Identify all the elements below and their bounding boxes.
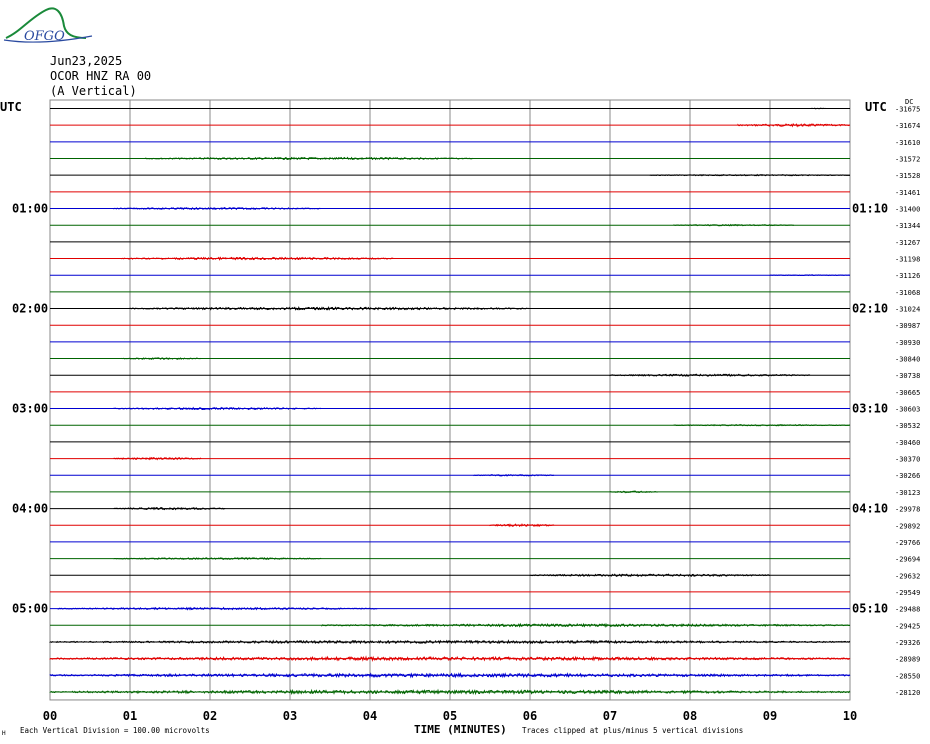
trace-noise-segment <box>145 156 474 161</box>
dc-offset-label: -30460 <box>895 439 920 447</box>
trace-noise-segment <box>737 123 851 128</box>
header-component: (A Vertical) <box>50 84 137 98</box>
dc-offset-label: -31126 <box>895 272 920 280</box>
dc-offset-label: -31572 <box>895 156 920 164</box>
trace-noise-segment <box>809 107 827 110</box>
dc-offset-label: -31400 <box>895 206 920 214</box>
time-label-left: 01:00 <box>12 202 48 216</box>
x-tick-label: 01 <box>123 709 137 723</box>
dc-offset-label: -31461 <box>895 189 920 197</box>
dc-offset-label: -30840 <box>895 356 920 364</box>
trace-noise-segment <box>113 506 226 511</box>
trace-noise-segment <box>129 305 530 311</box>
dc-offset-label: -30987 <box>895 322 920 330</box>
dc-offset-label: -29549 <box>895 589 920 597</box>
time-label-right: 02:10 <box>852 302 888 316</box>
x-tick-labels: 00 01 02 03 04 05 06 07 08 09 10 <box>43 709 857 723</box>
dc-offset-label: -28989 <box>895 656 920 664</box>
clip-note: Traces clipped at plus/minus 5 vertical … <box>522 726 743 735</box>
time-label-left: 02:00 <box>12 302 48 316</box>
scale-note: Each Vertical Division = 100.00 microvol… <box>20 726 210 735</box>
dc-offset-label: -29892 <box>895 522 920 530</box>
trace-noise-segment <box>321 622 851 628</box>
dc-offset-label: -30123 <box>895 489 920 497</box>
x-tick-label: 03 <box>283 709 297 723</box>
trace-noise-segment <box>121 357 202 360</box>
x-tick-label: 02 <box>203 709 217 723</box>
dc-offset-label: -30266 <box>895 472 920 480</box>
time-label-left: 03:00 <box>12 402 48 416</box>
dc-offset-label: -29425 <box>895 622 920 630</box>
dc-offset-label: -29978 <box>895 506 920 514</box>
x-tick-label: 07 <box>603 709 617 723</box>
dc-offset-label: -31674 <box>895 122 920 130</box>
trace-noise-segment <box>769 274 851 277</box>
header-date: Jun23,2025 <box>50 54 122 68</box>
time-label-right: 05:10 <box>852 602 888 616</box>
time-label-left: 05:00 <box>12 602 48 616</box>
dc-offset-label: -31610 <box>895 139 920 147</box>
helicorder-plot: OFGO Jun23,2025 OCOR HNZ RA 00 (A Vertic… <box>0 7 920 737</box>
dc-offset-label: -31675 <box>895 106 920 114</box>
dc-offset-label: -29632 <box>895 572 920 580</box>
dc-offset-label: -28120 <box>895 689 920 697</box>
dc-offset-labels: -31675 -31674 -31610 -31572 -31528 -31461 -314… <box>895 106 920 697</box>
x-tick-label: 00 <box>43 709 57 723</box>
dc-offset-label: -31344 <box>895 222 920 230</box>
x-axis-label: TIME (MINUTES) <box>414 723 507 736</box>
dc-offset-label: -29326 <box>895 639 920 647</box>
trace-noise-segment <box>609 373 811 377</box>
dc-offset-label: -31528 <box>895 172 920 180</box>
plot-grid <box>49 99 851 701</box>
time-label-right: 04:10 <box>852 502 888 516</box>
x-tick-label: 05 <box>443 709 457 723</box>
time-label-left: 04:00 <box>12 502 48 516</box>
time-label-right: 03:10 <box>852 402 888 416</box>
x-tick-label: 06 <box>523 709 537 723</box>
x-tick-label: 10 <box>843 709 857 723</box>
trace-noise-segment <box>57 606 378 611</box>
x-tick-label: 08 <box>683 709 697 723</box>
dc-offset-label: -29694 <box>895 556 920 564</box>
time-labels-right: 01:10 02:10 03:10 04:10 05:10 <box>852 202 888 616</box>
time-label-right: 01:10 <box>852 202 888 216</box>
dc-offset-label: -31267 <box>895 239 920 247</box>
dc-offset-label: -29766 <box>895 539 920 547</box>
logo-text: OFGO <box>24 29 65 44</box>
dc-offset-label: -30532 <box>895 422 920 430</box>
utc-label-right: UTC <box>865 100 887 114</box>
dc-offset-label: -28550 <box>895 672 920 680</box>
dc-offset-label: -30370 <box>895 456 920 464</box>
utc-label-left: UTC <box>0 100 22 114</box>
x-tick-label: 09 <box>763 709 777 723</box>
dc-offset-label: -30930 <box>895 339 920 347</box>
trace-noise-segment <box>489 523 555 528</box>
dc-offset-label: -31068 <box>895 289 920 297</box>
ofgo-logo: OFGO <box>3 7 93 44</box>
header-station: OCOR HNZ RA 00 <box>50 69 151 83</box>
dc-offset-label: -31024 <box>895 306 920 314</box>
dc-offset-label: -29488 <box>895 606 920 614</box>
corner-mark: H <box>2 730 6 737</box>
dc-offset-label: -31198 <box>895 256 920 264</box>
dc-offset-label: -30738 <box>895 372 920 380</box>
x-tick-label: 04 <box>363 709 377 723</box>
trace-noise-segment <box>113 456 202 461</box>
time-labels-left: 01:00 02:00 03:00 04:00 05:00 <box>12 202 48 616</box>
dc-offset-label: -30603 <box>895 406 920 414</box>
dc-offset-label: -30665 <box>895 389 920 397</box>
